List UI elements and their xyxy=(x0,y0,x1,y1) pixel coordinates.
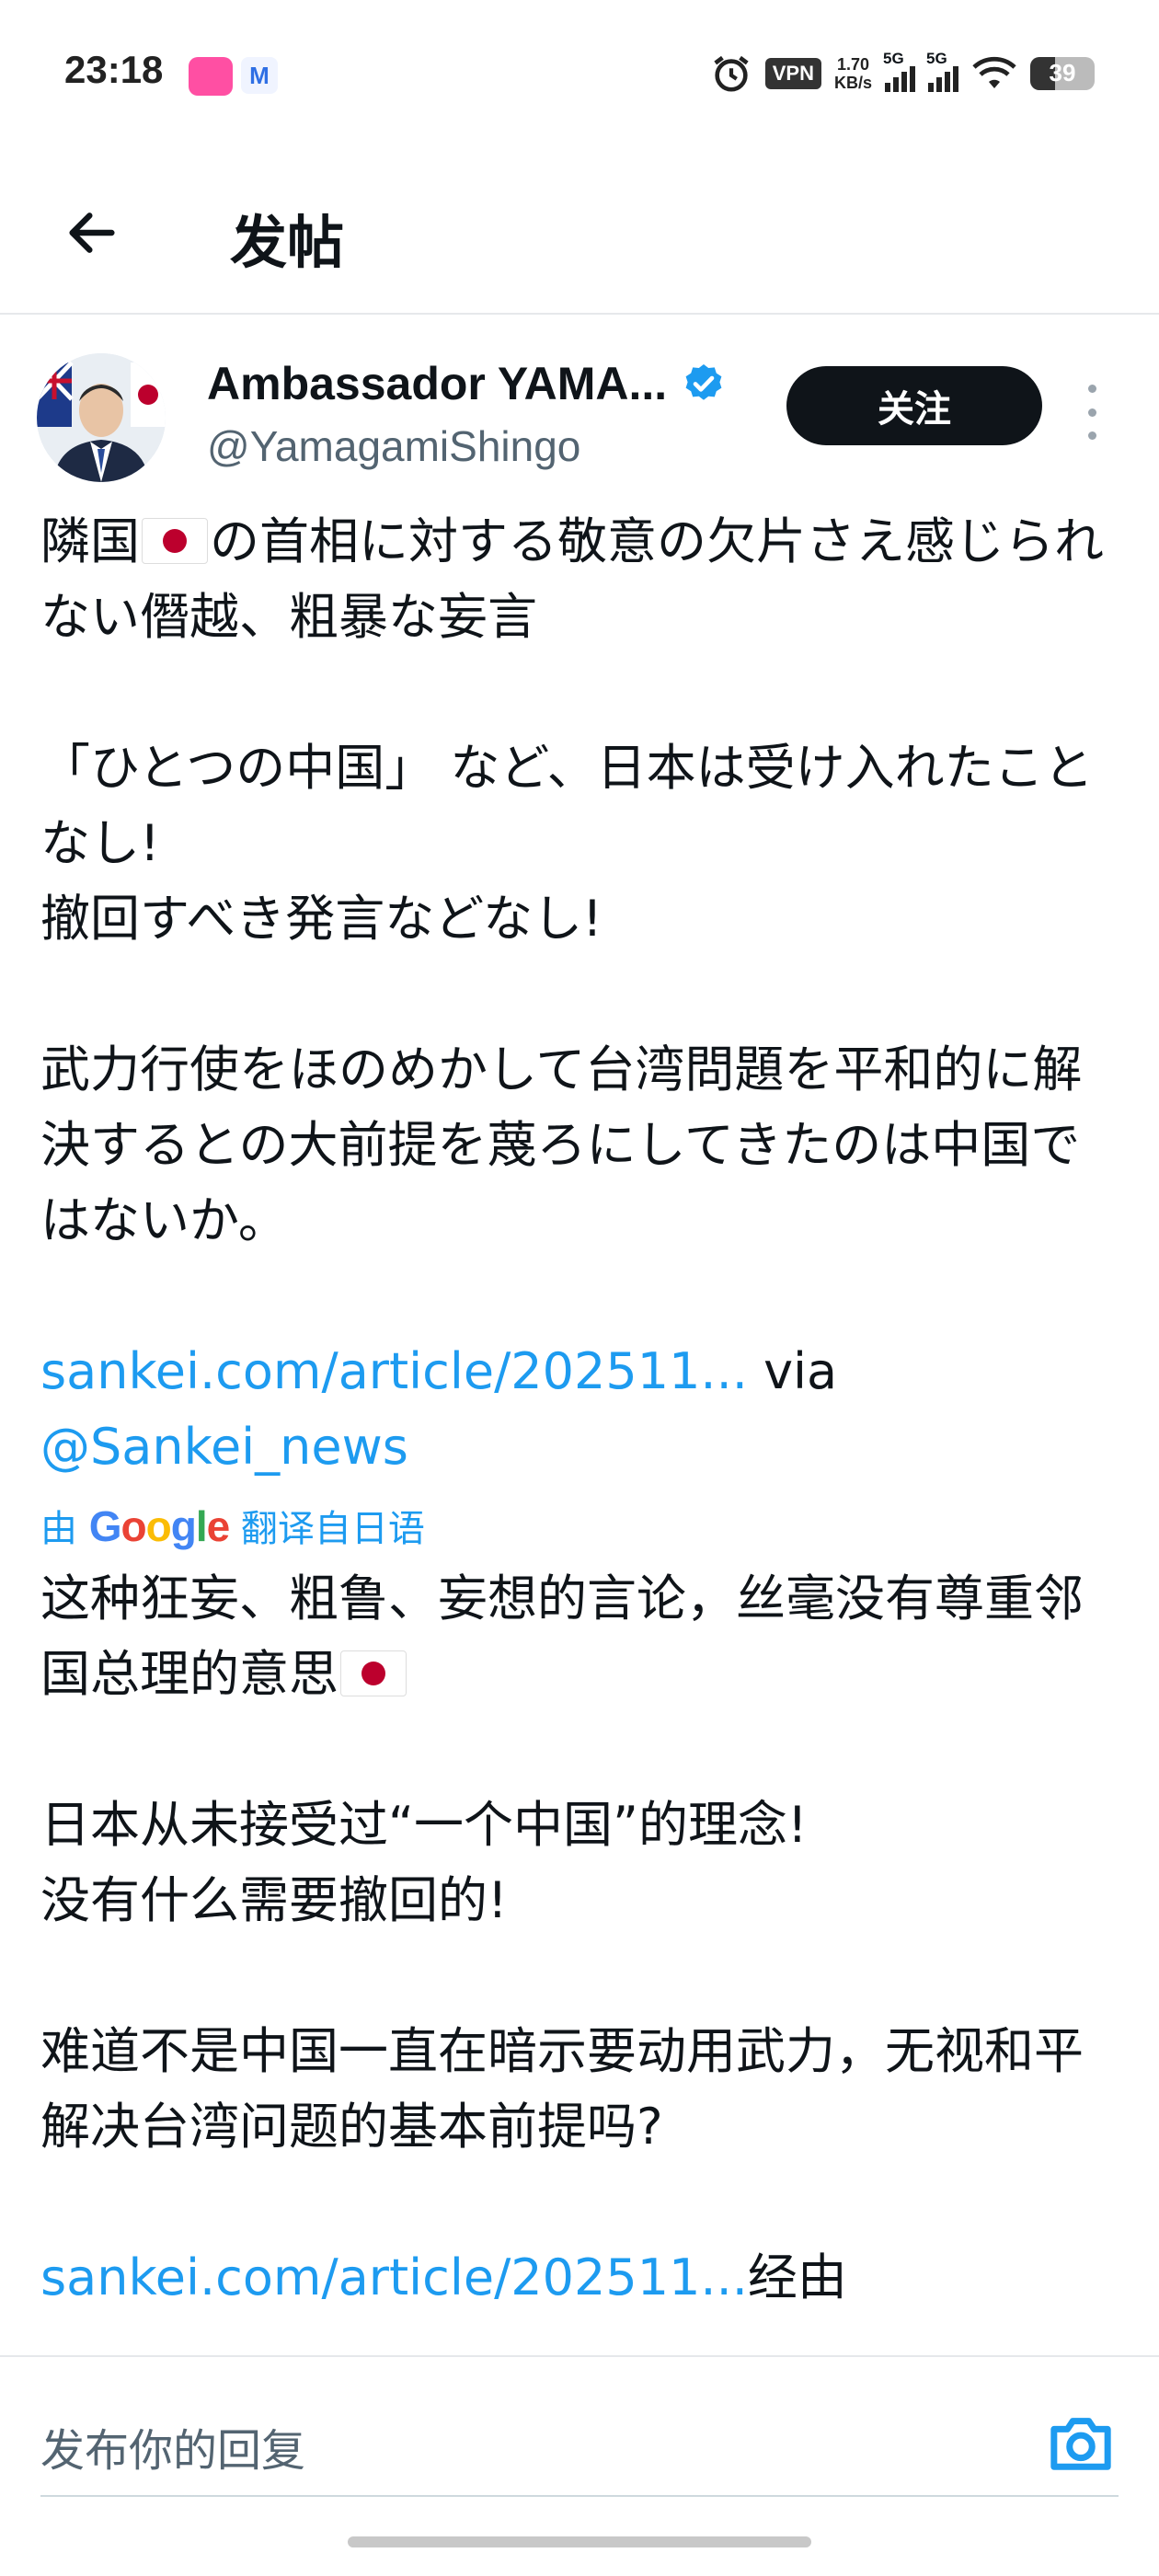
arrow-left-icon xyxy=(69,213,115,253)
signal-1-icon: 5G xyxy=(883,50,915,92)
post-author: Ambassador YAMA... @YamagamiShingo 关注 xyxy=(0,340,1159,488)
vpn-badge: VPN xyxy=(764,58,821,89)
verified-badge-icon xyxy=(685,364,722,400)
author-handle[interactable]: @YamagamiShingo xyxy=(207,421,580,471)
network-type-2: 5G xyxy=(926,50,947,67)
post-text: 隣国 xyxy=(40,512,140,570)
avatar[interactable] xyxy=(37,353,166,482)
avatar-image xyxy=(37,353,166,482)
post-text: 这种狂妄、粗鲁、妄想的言论，丝毫没有尊重邻国总理的意思 xyxy=(40,1570,1084,1703)
post-body: 隣国 の首相に対する敬意の欠片さえ感じられない僭越、粗暴な妄言 「ひとつの中国」 … xyxy=(40,504,1126,2316)
via-translated-text: 经由 xyxy=(747,2248,847,2306)
camera-icon[interactable] xyxy=(1045,2410,1117,2475)
divider xyxy=(40,2495,1119,2497)
home-indicator[interactable] xyxy=(348,2536,811,2547)
reply-bar: 发布你的回复 xyxy=(0,2355,1159,2504)
translated-paragraph-1: 这种狂妄、粗鲁、妄想的言论，丝毫没有尊重邻国总理的意思 xyxy=(40,1561,1126,1712)
translate-suffix: 翻译自日语 xyxy=(240,1508,425,1550)
translated-paragraph-3: 没有什么需要撤回的! xyxy=(40,1871,508,1929)
mention-line: @Sankei_news xyxy=(40,1409,1126,1485)
mention-link[interactable]: @Sankei_news xyxy=(40,1418,408,1476)
network-speed-unit: KB/s xyxy=(833,74,872,92)
page-title: 发帖 xyxy=(230,209,345,276)
alarm-icon xyxy=(714,55,749,92)
post-paragraph-2: 「ひとつの中国」 など、日本は受け入れたことなし! xyxy=(40,739,1094,872)
status-time: 23:18 xyxy=(64,48,164,91)
network-type-1: 5G xyxy=(883,50,904,67)
post-paragraph-1: 隣国 の首相に対する敬意の欠片さえ感じられない僭越、粗暴な妄言 xyxy=(40,504,1126,655)
battery-level: 39 xyxy=(1049,59,1076,86)
author-name-row: Ambassador YAMA... xyxy=(207,357,726,410)
google-logo: Google xyxy=(88,1502,230,1550)
japan-flag-icon xyxy=(340,1650,407,1696)
back-button[interactable] xyxy=(55,196,129,270)
network-speed-value: 1.70 xyxy=(836,55,870,74)
translation-attribution[interactable]: 由 Google 翻译自日语 xyxy=(40,1498,1126,1558)
signal-2-icon: 5G xyxy=(926,50,958,92)
battery-icon: 39 xyxy=(1030,57,1095,90)
wifi-icon xyxy=(972,56,1016,88)
mail-app-icon: M xyxy=(241,57,278,94)
translated-paragraph-4: 难道不是中国一直在暗示要动用武力，无视和平解决台湾问题的基本前提吗? xyxy=(40,2022,1084,2156)
status-bar: 23:18 M VPN 1.70 KB/s 5G 5G 39 xyxy=(0,0,1159,147)
network-speed: 1.70 KB/s xyxy=(834,55,872,92)
via-text: via xyxy=(747,1342,838,1400)
post-paragraph-4: 武力行使をほのめかして台湾問題を平和的に解決するとの大前提を蔑ろにしてきたのは中… xyxy=(40,1041,1083,1249)
translate-prefix: 由 xyxy=(40,1508,77,1550)
status-icons: VPN 1.70 KB/s 5G 5G 39 xyxy=(710,50,1095,97)
article-link-2[interactable]: sankei.com/article/202511... xyxy=(40,2248,748,2306)
author-name[interactable]: Ambassador YAMA... xyxy=(207,357,667,410)
translated-paragraph-2: 日本从未接受过“一个中国”的理念! xyxy=(40,1796,808,1854)
follow-button[interactable]: 关注 xyxy=(786,366,1042,445)
translated-link-line: sankei.com/article/202511...经由 xyxy=(40,2240,1126,2316)
article-link[interactable]: sankei.com/article/202511... xyxy=(40,1342,748,1400)
top-app-bar: 发帖 xyxy=(0,161,1159,315)
reply-input[interactable]: 发布你的回复 xyxy=(40,2414,305,2478)
japan-flag-icon xyxy=(142,518,208,564)
post-link-line: sankei.com/article/202511... via xyxy=(40,1334,1126,1409)
more-vertical-icon[interactable] xyxy=(1078,385,1106,440)
post-paragraph-3: 撤回すべき発言などなし! xyxy=(40,890,602,948)
bilibili-app-icon xyxy=(189,57,233,96)
